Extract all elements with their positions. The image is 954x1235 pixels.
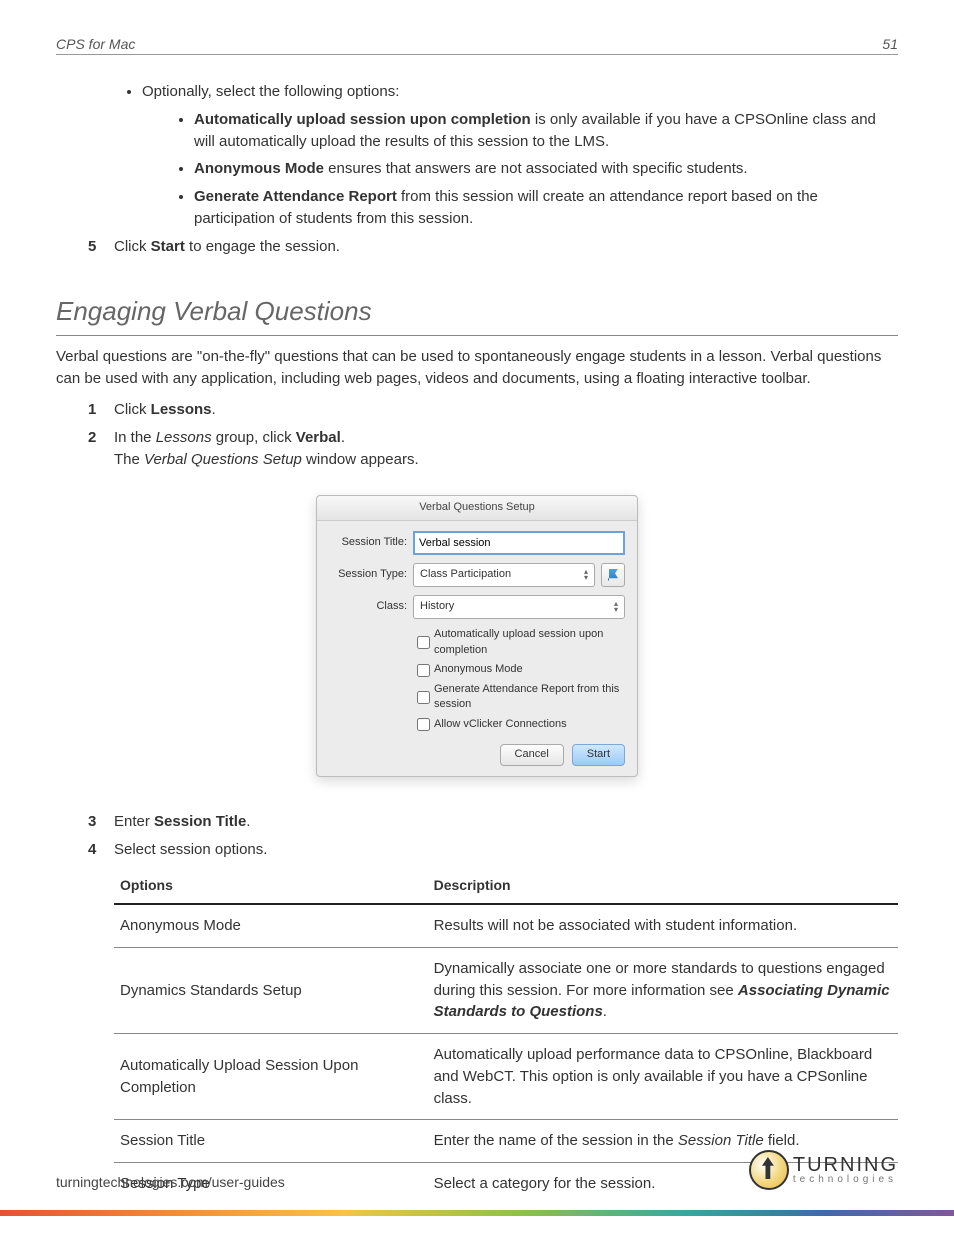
th-options: Options <box>114 867 428 904</box>
header-left: CPS for Mac <box>56 36 135 52</box>
step-5-number: 5 <box>88 236 114 258</box>
opt3-bold: Generate Attendance Report <box>194 188 397 205</box>
outer-bullet: Optionally, select the following options… <box>142 81 898 230</box>
opt1-bold: Automatically upload session upon comple… <box>194 111 531 128</box>
step-5: 5 Click Start to engage the session. <box>88 236 898 258</box>
logo-text-1: TURNING <box>793 1155 898 1175</box>
opt2-text: ensures that answers are not associated … <box>324 160 748 177</box>
verbal-intro: Verbal questions are "on-the-fly" questi… <box>56 346 898 390</box>
step-3-number: 3 <box>88 811 114 833</box>
sub-bullet-3: Generate Attendance Report from this ses… <box>194 186 898 230</box>
step-2-number: 2 <box>88 427 114 471</box>
table-row: Anonymous Mode Results will not be assoc… <box>114 904 898 947</box>
select-arrows-icon: ▴▾ <box>614 601 618 613</box>
step-3: 3 Enter Session Title. <box>88 811 898 833</box>
dialog-titlebar: Verbal Questions Setup <box>317 496 637 521</box>
session-title-input[interactable] <box>413 531 625 555</box>
page-header: CPS for Mac 51 <box>56 36 898 55</box>
check-anonymous[interactable]: Anonymous Mode <box>413 661 625 680</box>
rainbow-bar <box>0 1210 954 1216</box>
step5-b: Start <box>151 238 185 255</box>
session-type-label: Session Type: <box>329 567 413 583</box>
check-auto-upload[interactable]: Automatically upload session upon comple… <box>413 627 625 659</box>
start-button[interactable]: Start <box>572 744 625 766</box>
opt-lead: Optionally, select the following options… <box>142 83 399 100</box>
logo-mark-icon <box>749 1150 789 1190</box>
footer-url: turningtechnologies.com/user-guides <box>56 1174 285 1190</box>
section-heading: Engaging Verbal Questions <box>56 293 898 336</box>
cancel-button[interactable]: Cancel <box>500 744 564 766</box>
th-description: Description <box>428 867 898 904</box>
session-title-label: Session Title: <box>329 535 413 551</box>
select-arrows-icon: ▴▾ <box>584 569 588 581</box>
sub-bullet-2: Anonymous Mode ensures that answers are … <box>194 158 898 180</box>
table-row: Dynamics Standards Setup Dynamically ass… <box>114 947 898 1033</box>
header-page-number: 51 <box>882 36 898 52</box>
turning-logo: TURNING technologies <box>749 1150 898 1190</box>
class-label: Class: <box>329 599 413 615</box>
step-1-number: 1 <box>88 399 114 421</box>
page-footer: turningtechnologies.com/user-guides TURN… <box>56 1150 898 1190</box>
step-2: 2 In the Lessons group, click Verbal. Th… <box>88 427 898 471</box>
check-vclicker[interactable]: Allow vClicker Connections <box>413 715 625 734</box>
class-select[interactable]: History ▴▾ <box>413 595 625 619</box>
check-attendance[interactable]: Generate Attendance Report from this ses… <box>413 682 625 714</box>
logo-text-2: technologies <box>793 1175 898 1185</box>
verbal-questions-dialog: Verbal Questions Setup Session Title: Se… <box>316 495 638 778</box>
step-4: 4 Select session options. <box>88 839 898 861</box>
session-type-select[interactable]: Class Participation ▴▾ <box>413 563 595 587</box>
table-row: Automatically Upload Session Upon Comple… <box>114 1034 898 1120</box>
flag-icon <box>608 569 618 581</box>
step5-a: Click <box>114 238 151 255</box>
step-4-number: 4 <box>88 839 114 861</box>
step-1: 1 Click Lessons. <box>88 399 898 421</box>
opt2-bold: Anonymous Mode <box>194 160 324 177</box>
step5-c: to engage the session. <box>185 238 340 255</box>
session-type-icon-button[interactable] <box>601 563 625 587</box>
sub-bullet-1: Automatically upload session upon comple… <box>194 109 898 153</box>
